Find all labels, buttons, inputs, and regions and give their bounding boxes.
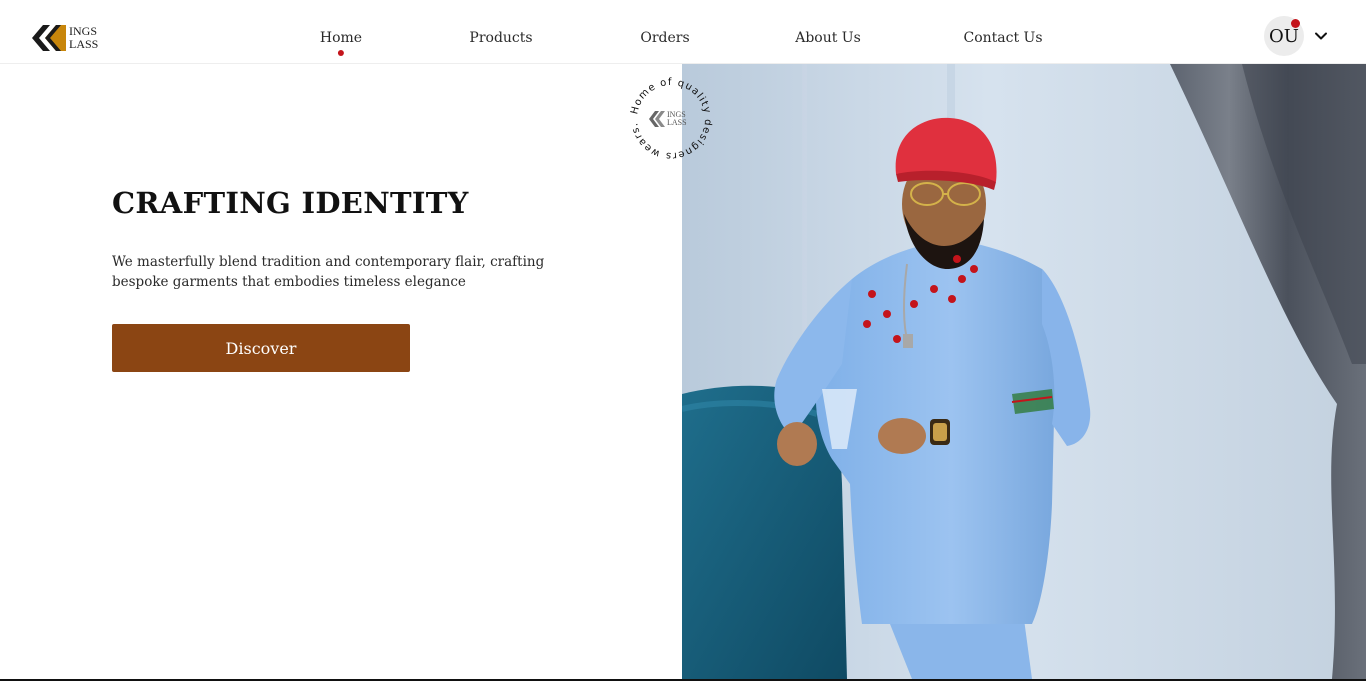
user-menu[interactable]: OU [1264, 16, 1328, 56]
nav-item-label: Contact Us [963, 30, 1043, 46]
chevron-down-icon[interactable] [1314, 29, 1328, 43]
active-indicator-dot [337, 50, 344, 56]
nav-item-label: Products [469, 30, 533, 46]
badge-brand-line2: LASS [667, 118, 687, 127]
brand-badge: Home of quality designers wears. INGS LA… [625, 73, 717, 165]
model-photo-illustration [682, 64, 1366, 679]
nav-item-orders[interactable]: Orders [640, 30, 689, 46]
nav-item-label: Home [319, 30, 363, 46]
avatar-initials: OU [1269, 25, 1299, 47]
nav-item-label: About Us [795, 30, 861, 46]
circular-badge-icon: Home of quality designers wears. INGS LA… [629, 77, 712, 161]
hero-description: We masterfully blend tradition and conte… [112, 254, 545, 290]
discover-button[interactable]: Discover [112, 324, 410, 372]
hero-image [682, 64, 1366, 679]
main-nav: Home Products Orders About Us Contact Us [0, 30, 1366, 56]
nav-item-products[interactable]: Products [469, 30, 532, 46]
avatar[interactable]: OU [1264, 16, 1304, 56]
nav-item-home[interactable]: Home [319, 30, 363, 56]
nav-item-contact-us[interactable]: Contact Us [963, 30, 1042, 46]
site-header: INGS LASS Home Products Orders About Us … [0, 0, 1366, 64]
notification-dot [1291, 19, 1300, 28]
hero-title: CRAFTING IDENTITY [112, 186, 469, 220]
nav-item-about-us[interactable]: About Us [795, 30, 861, 46]
nav-item-label: Orders [640, 30, 690, 46]
